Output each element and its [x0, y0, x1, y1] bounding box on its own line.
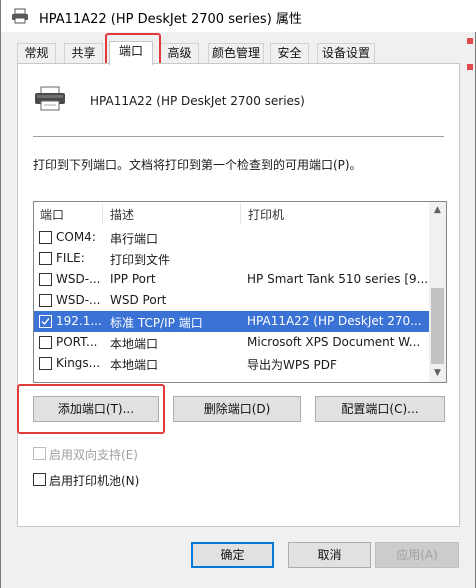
printer-pooling-label[interactable]: 启用打印机池(N)	[49, 472, 139, 489]
port-row[interactable]: WSD-... WSD Port	[34, 290, 429, 311]
annotation-highlight-add-port	[17, 384, 165, 434]
column-header-printer[interactable]: 打印机	[248, 206, 284, 223]
scroll-down-arrow-icon[interactable]: ▼	[429, 365, 446, 382]
port-row[interactable]: COM4: 串行端口	[34, 227, 429, 248]
apply-button: 应用(A)	[375, 542, 459, 568]
port-description: IPP Port	[110, 272, 156, 286]
port-name: COM4:	[56, 230, 96, 244]
port-name: Kings...	[56, 356, 101, 370]
port-name: PORT...	[56, 335, 98, 349]
checkmark-icon	[41, 318, 50, 326]
port-description: 标准 TCP/IP 端口	[110, 316, 203, 330]
port-name: WSD-...	[56, 293, 101, 307]
separator	[33, 136, 444, 137]
port-printer: HP Smart Tank 510 series [9...	[247, 272, 427, 286]
port-row[interactable]: Kings... 本地端口 导出为WPS PDF	[34, 353, 429, 374]
port-name: 192.1...	[56, 314, 102, 328]
port-printer: HPA11A22 (HP DeskJet 270...	[247, 314, 422, 328]
port-description: 串行端口	[110, 232, 159, 246]
ok-button[interactable]: 确定	[191, 542, 274, 568]
port-description: WSD Port	[110, 293, 167, 307]
column-divider[interactable]	[102, 204, 103, 224]
port-checkbox[interactable]	[39, 336, 52, 349]
title-bar[interactable]: HPA11A22 (HP DeskJet 2700 series) 属性	[1, 0, 476, 32]
port-name: FILE:	[56, 251, 85, 265]
tab-advanced[interactable]: 高级	[160, 43, 199, 64]
printer-name: HPA11A22 (HP DeskJet 2700 series)	[90, 94, 305, 108]
port-checkbox[interactable]	[39, 357, 52, 370]
column-header-description[interactable]: 描述	[110, 206, 134, 223]
port-description: 本地端口	[110, 358, 159, 372]
edge-marker	[467, 64, 473, 70]
column-divider[interactable]	[240, 204, 241, 224]
tab-strip: 常规 共享 端口 高级 颜色管理 安全 设备设置	[17, 41, 457, 65]
port-name: WSD-...	[56, 272, 101, 286]
edge-marker	[467, 38, 473, 44]
port-row[interactable]: PORT... 本地端口 Microsoft XPS Document W...	[34, 332, 429, 353]
port-printer: 导出为WPS PDF	[247, 358, 337, 372]
ports-description: 打印到下列端口。文档将打印到第一个检查到的可用端口(P)。	[33, 158, 362, 172]
tab-security[interactable]: 安全	[270, 43, 309, 64]
port-list[interactable]: 端口 描述 打印机 COM4: 串行端口 FILE: 打印到文件 WSD-...…	[33, 201, 447, 383]
bidirectional-checkbox	[33, 447, 46, 460]
port-checkbox[interactable]	[39, 273, 52, 286]
tab-device-settings[interactable]: 设备设置	[317, 43, 375, 64]
tab-color-management[interactable]: 颜色管理	[208, 43, 264, 64]
scroll-up-arrow-icon[interactable]: ▲	[429, 202, 446, 219]
port-row[interactable]: FILE: 打印到文件	[34, 248, 429, 269]
cancel-button[interactable]: 取消	[288, 542, 371, 568]
printer-pooling-checkbox[interactable]	[33, 473, 46, 486]
port-description: 本地端口	[110, 337, 159, 351]
column-header-port[interactable]: 端口	[40, 206, 64, 223]
list-scrollbar[interactable]: ▲ ▼	[429, 202, 446, 382]
port-checkbox[interactable]	[39, 294, 52, 307]
scroll-thumb[interactable]	[431, 288, 444, 364]
tab-sharing[interactable]: 共享	[64, 43, 103, 64]
tab-general[interactable]: 常规	[17, 43, 56, 64]
bidirectional-label: 启用双向支持(E)	[49, 448, 138, 462]
printer-icon	[11, 8, 29, 24]
port-row-selected[interactable]: 192.1... 标准 TCP/IP 端口 HPA11A22 (HP DeskJ…	[34, 311, 429, 332]
port-description: 打印到文件	[110, 253, 171, 267]
port-checkbox-checked[interactable]	[39, 315, 52, 328]
list-header: 端口 描述 打印机	[34, 202, 429, 226]
port-checkbox[interactable]	[39, 252, 52, 265]
window-title: HPA11A22 (HP DeskJet 2700 series) 属性	[39, 12, 302, 27]
printer-properties-window: HPA11A22 (HP DeskJet 2700 series) 属性 常规 …	[0, 0, 476, 588]
port-checkbox[interactable]	[39, 231, 52, 244]
printer-icon	[33, 86, 67, 112]
delete-port-button[interactable]: 删除端口(D)	[173, 396, 301, 422]
tab-ports[interactable]: 端口	[109, 41, 153, 65]
port-row[interactable]: WSD-... IPP Port HP Smart Tank 510 serie…	[34, 269, 429, 290]
configure-port-button[interactable]: 配置端口(C)...	[315, 396, 445, 422]
port-printer: Microsoft XPS Document W...	[247, 335, 421, 349]
